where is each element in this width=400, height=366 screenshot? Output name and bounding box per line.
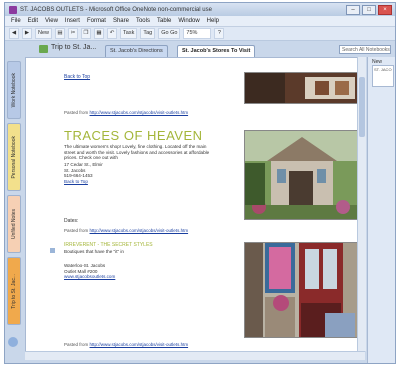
help-icon[interactable]: ? <box>214 28 225 39</box>
page-content[interactable]: Back to Top Pasted from http://www.stjac… <box>25 57 365 357</box>
notebook-list-icon[interactable] <box>8 337 18 347</box>
menu-edit[interactable]: Edit <box>28 18 38 24</box>
store-subheading: IRREVERENT - THE SECRET STYLES <box>64 242 153 248</box>
store-address: 17 Cedar St., Elmir St. Jacobs 519-664-1… <box>64 162 103 184</box>
pasted-from-note-1: Pasted from http://www.stjacobs.com/stja… <box>64 110 189 115</box>
page-tab-st-jacobs[interactable]: ST. JACO <box>372 65 394 87</box>
back-icon[interactable]: ◀ <box>9 28 19 39</box>
print-icon[interactable]: ▤ <box>55 28 66 39</box>
menu-file[interactable]: File <box>11 18 21 24</box>
menu-format[interactable]: Format <box>87 18 106 24</box>
menu-window[interactable]: Window <box>178 18 199 24</box>
store-description-2: Boutiques that have the "it" in <box>64 249 124 254</box>
store-address-2-link[interactable]: www.stjacobsoutlets.com <box>64 274 115 280</box>
onenote-window: ST. JACOBS OUTLETS - Microsoft Office On… <box>4 2 396 364</box>
copy-icon[interactable]: ❐ <box>81 28 92 39</box>
window-controls: – □ × <box>346 4 392 15</box>
cut-icon[interactable]: ✂ <box>68 28 79 39</box>
page-vertical-scrollbar[interactable] <box>357 57 366 351</box>
new-button[interactable]: New <box>35 28 53 39</box>
tab-st-jacobs-directions[interactable]: St. Jacob's Directions <box>105 45 168 57</box>
pasted-from-note-3: Pasted from http://www.stjacobs.com/stja… <box>64 342 189 347</box>
page-horizontal-scrollbar[interactable] <box>25 351 365 360</box>
notebook-icon <box>39 45 48 53</box>
notebook-nav-row: Trip to St. Ja... St. Jacob's Directions… <box>5 41 395 57</box>
sidebar-notebook-work[interactable]: Work Notebook <box>7 61 21 119</box>
paragraph-handle[interactable] <box>50 248 55 253</box>
onenote-app-icon <box>9 5 17 14</box>
menu-insert[interactable]: Insert <box>65 18 80 24</box>
sidebar-notebook-personal[interactable]: Personal Notebook <box>7 123 21 191</box>
store-address-2: Waterloo-St. Jacobs Outlet Mall #200 www… <box>64 263 116 280</box>
menu-help[interactable]: Help <box>207 18 219 24</box>
menu-view[interactable]: View <box>45 18 58 24</box>
tag-button[interactable]: Tag <box>140 28 156 39</box>
store-photo-traces-of-heaven[interactable] <box>244 130 360 220</box>
zoom-select[interactable]: 75% <box>183 28 212 39</box>
standard-toolbar: ◀ ▶ New ▤ ✂ ❐ ▦ ↶ Task Tag Go Go 75% ? <box>5 27 395 41</box>
pasted-from-note-2: Pasted from http://www.stjacobs.com/stja… <box>64 228 189 233</box>
store-address-link[interactable]: Back to Top <box>64 179 103 185</box>
pasted-from-link-1[interactable]: http://www.stjacobs.com/stjacobs/visit-o… <box>90 110 189 115</box>
store-photo-irreverent[interactable] <box>244 242 360 338</box>
title-bar: ST. JACOBS OUTLETS - Microsoft Office On… <box>5 3 395 16</box>
close-button[interactable]: × <box>378 4 392 15</box>
undo-icon[interactable]: ↶ <box>107 28 118 39</box>
minimize-button[interactable]: – <box>346 4 360 15</box>
menu-tools[interactable]: Tools <box>136 18 150 24</box>
store-description: The ultimate women's shop! Lovely, fine … <box>64 144 210 161</box>
dates-label: Dates: <box>64 218 79 224</box>
forward-icon[interactable]: ▶ <box>22 28 32 39</box>
task-button[interactable]: Task <box>120 28 138 39</box>
notebook-sidebar: Work Notebook Personal Notebook Unfiled … <box>5 57 21 363</box>
menu-table[interactable]: Table <box>157 18 171 24</box>
store-photo-top[interactable] <box>244 72 360 104</box>
notebook-name[interactable]: Trip to St. Ja... <box>51 44 96 51</box>
store-heading: TRACES OF HEAVEN <box>64 128 203 143</box>
sidebar-notebook-trip[interactable]: Trip to St. Jac... <box>7 257 21 325</box>
pasted-from-link-3[interactable]: http://www.stjacobs.com/stjacobs/visit-o… <box>90 342 189 347</box>
sidebar-notebook-unfiled[interactable]: Unfiled Notes <box>7 195 21 253</box>
search-input[interactable]: Search All Notebooks <box>339 45 391 54</box>
menu-share[interactable]: Share <box>113 18 129 24</box>
back-to-top-link[interactable]: Back to Top <box>64 74 90 80</box>
goto-button[interactable]: Go Go <box>158 28 181 39</box>
menu-bar: File Edit View Insert Format Share Tools… <box>5 16 395 27</box>
window-title: ST. JACOBS OUTLETS - Microsoft Office On… <box>20 6 212 13</box>
page-tabs-pane: New ST. JACO <box>367 57 395 363</box>
maximize-button[interactable]: □ <box>362 4 376 15</box>
paste-icon[interactable]: ▦ <box>94 28 105 39</box>
tab-st-jacobs-stores[interactable]: St. Jacob's Stores To Visit <box>177 45 256 57</box>
vertical-scroll-thumb[interactable] <box>359 77 365 137</box>
pasted-from-link-2[interactable]: http://www.stjacobs.com/stjacobs/visit-o… <box>90 228 189 233</box>
